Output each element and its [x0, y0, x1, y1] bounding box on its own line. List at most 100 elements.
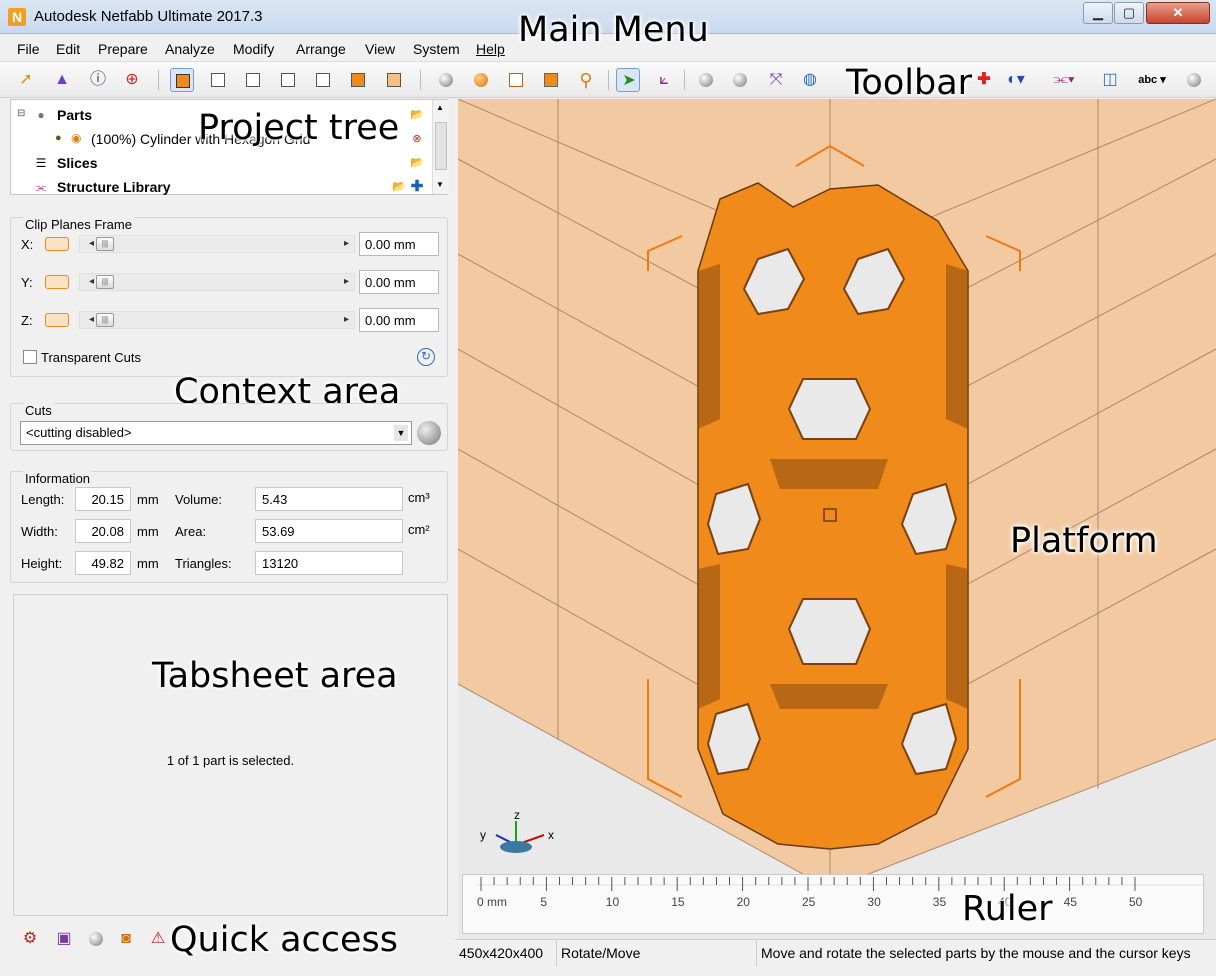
clip-x-slider[interactable]: ◂ ||| ▸: [79, 235, 355, 253]
shading-icon[interactable]: [434, 68, 458, 92]
menu-system[interactable]: System: [413, 41, 460, 57]
visible-eye-icon[interactable]: ◉: [71, 131, 81, 145]
menu-help[interactable]: Help: [476, 41, 505, 57]
menu-arrange[interactable]: Arrange: [296, 41, 346, 57]
view-back-icon[interactable]: [241, 68, 265, 92]
clip-x-input[interactable]: 0.00 mm: [359, 232, 439, 256]
slice-tool-icon[interactable]: ▣: [52, 927, 76, 951]
ruler-label: 0 mm: [477, 895, 507, 909]
view-left-icon[interactable]: [276, 68, 300, 92]
annotation-platform: Platform: [1010, 521, 1158, 561]
ruler-label: 5: [540, 895, 547, 909]
status-platform-size: 450x420x400: [455, 940, 557, 966]
clip-x-color[interactable]: [45, 237, 69, 251]
select-pointer-icon[interactable]: ➤: [616, 68, 640, 92]
length-value: 20.15: [75, 487, 131, 511]
menu-prepare[interactable]: Prepare: [98, 41, 148, 57]
window-title: Autodesk Netfabb Ultimate 2017.3: [34, 8, 263, 25]
sphere-tool-icon[interactable]: [84, 927, 108, 951]
menu-edit[interactable]: Edit: [56, 41, 80, 57]
annotation-quick-access: Quick access: [170, 920, 399, 960]
transparent-cuts-checkbox[interactable]: [23, 350, 37, 364]
annotation-project-tree: Project tree: [198, 108, 400, 148]
add-structure-icon[interactable]: ✚: [409, 179, 425, 194]
color-shading-icon[interactable]: [469, 68, 493, 92]
solid-view-icon[interactable]: [539, 68, 563, 92]
status-hint: Move and rotate the selected parts by th…: [761, 945, 1191, 961]
tree-node-structure-library[interactable]: ⫘ Structure Library 📂 ✚: [11, 176, 431, 198]
ruler-label: 20: [737, 895, 751, 909]
triangles-value: 13120: [255, 551, 403, 575]
support-structure-icon[interactable]: [1182, 68, 1206, 92]
tabsheet-area: 1 of 1 part is selected.: [13, 594, 448, 916]
add-red-icon[interactable]: ✚: [972, 68, 996, 92]
platform-canvas: z x y: [458, 99, 1216, 890]
clip-y-input[interactable]: 0.00 mm: [359, 270, 439, 294]
toolbar: ➚ ▲ ⓘ ⊕ ⚲ ➤ ⟀ ⤧ ◍ ✚ ◐▾ ⫘▾ ◫ abc ▾: [0, 62, 1216, 98]
boolean-dropdown-icon[interactable]: ◐▾: [1004, 68, 1028, 92]
lattice-dropdown-icon[interactable]: ⫘▾: [1052, 68, 1076, 92]
remove-part-icon[interactable]: ⊗: [409, 132, 425, 146]
tree-node-slices[interactable]: ☰ Slices 📂: [11, 152, 431, 174]
add-part-icon[interactable]: ▲: [50, 68, 74, 92]
view-iso-icon[interactable]: [170, 68, 194, 92]
clip-z-color[interactable]: [45, 313, 69, 327]
arrange-icon[interactable]: ◍: [798, 68, 822, 92]
scale-icon[interactable]: [730, 68, 754, 92]
cuts-dropdown[interactable]: <cutting disabled> ▼: [20, 421, 412, 445]
surface-icon[interactable]: ◫: [1098, 68, 1122, 92]
tree-scrollbar[interactable]: ▲ ▼: [432, 100, 449, 194]
ruler-label: 50: [1129, 895, 1143, 909]
warning-icon[interactable]: ⚠: [146, 927, 170, 951]
axis-z-label: z: [514, 808, 520, 822]
menu-modify[interactable]: Modify: [233, 41, 274, 57]
platform-viewport[interactable]: z x y: [458, 99, 1216, 939]
ruler-label: 15: [671, 895, 685, 909]
clip-y-color[interactable]: [45, 275, 69, 289]
parts-icon: ●: [37, 108, 45, 122]
clip-z-input[interactable]: 0.00 mm: [359, 308, 439, 332]
maximize-button[interactable]: ▢: [1114, 2, 1144, 24]
slices-folder-icon[interactable]: 📂: [409, 156, 425, 170]
open-project-icon[interactable]: ➚: [14, 68, 38, 92]
area-value: 53.69: [255, 519, 403, 543]
ruler-label: 45: [1064, 895, 1078, 909]
clip-y-slider[interactable]: ◂ ||| ▸: [79, 273, 355, 291]
left-panel: ⊟ ● Parts 📂 ● ◉ (100%) Cylinder with Hex…: [0, 99, 455, 965]
annotation-tabsheet-area: Tabsheet area: [152, 656, 398, 696]
move-axes-icon[interactable]: ⟀: [652, 68, 676, 92]
cut-settings-icon[interactable]: [417, 421, 441, 445]
annotation-toolbar: Toolbar: [846, 63, 973, 103]
volume-value: 5.43: [255, 487, 403, 511]
zoom-icon[interactable]: ⚲: [574, 68, 598, 92]
menu-analyze[interactable]: Analyze: [165, 41, 215, 57]
part-info-icon[interactable]: ⓘ: [86, 68, 110, 92]
wireframe-icon[interactable]: [504, 68, 528, 92]
reset-icon[interactable]: ↻: [417, 348, 435, 366]
clip-z-slider[interactable]: ◂ ||| ▸: [79, 311, 355, 329]
view-right-icon[interactable]: [311, 68, 335, 92]
selection-status: 1 of 1 part is selected.: [166, 753, 295, 768]
annotation-main-menu: Main Menu: [518, 10, 709, 50]
chevron-down-icon: ▼: [394, 425, 408, 441]
mirror-icon[interactable]: ⤧: [764, 68, 788, 92]
open-folder-icon[interactable]: 📂: [409, 108, 425, 122]
rotate-icon[interactable]: [694, 68, 718, 92]
frame-tool-icon[interactable]: ◙: [114, 927, 138, 951]
minimize-button[interactable]: ▁: [1083, 2, 1113, 24]
close-button[interactable]: ✕: [1146, 2, 1210, 24]
view-top-icon[interactable]: [346, 68, 370, 92]
axis-y-label: y: [480, 828, 486, 842]
menu-file[interactable]: File: [17, 41, 40, 57]
part-dot-icon: ●: [55, 132, 62, 144]
ruler-scale: 0 mm 5 10 15 20 25 30 35 40 45 50: [477, 877, 1205, 909]
view-bottom-icon[interactable]: [382, 68, 406, 92]
text-label-dropdown-icon[interactable]: abc ▾: [1132, 68, 1172, 92]
cuts-frame: Cuts <cutting disabled> ▼: [10, 403, 448, 451]
ruler-label: 35: [933, 895, 947, 909]
repair-icon[interactable]: ⚙: [18, 927, 42, 951]
add-support-icon[interactable]: ⊕: [120, 68, 144, 92]
structure-folder-icon[interactable]: 📂: [391, 180, 407, 194]
menu-view[interactable]: View: [365, 41, 395, 57]
view-front-icon[interactable]: [206, 68, 230, 92]
